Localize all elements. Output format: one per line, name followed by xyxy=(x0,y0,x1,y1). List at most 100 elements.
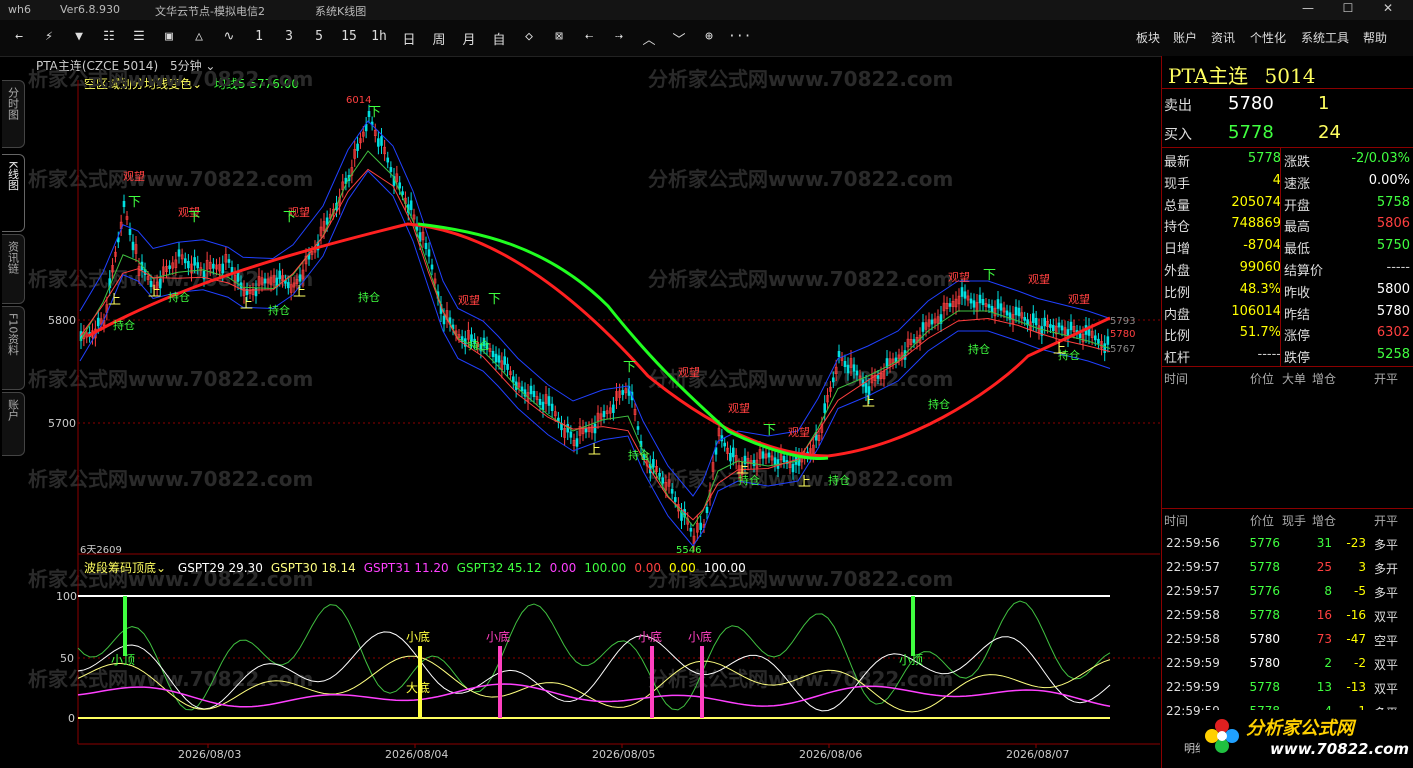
crosshair-icon[interactable]: ⊕ xyxy=(698,29,720,47)
down-signal-label: 下 xyxy=(623,360,636,375)
candle-body xyxy=(823,403,827,413)
tab-f10[interactable]: F10资料 xyxy=(2,306,25,390)
period-5m-button[interactable]: 5 xyxy=(308,29,330,47)
sub-indicator-header[interactable]: 波段筹码顶底⌄ GSPT29 29.30 GSPT30 18.14 GSPT31 1… xyxy=(84,559,746,576)
order-icon[interactable]: ▼ xyxy=(68,29,90,47)
up-signal-label: 上 xyxy=(108,293,121,308)
candle-body xyxy=(409,200,413,211)
menu-system-tools[interactable]: 系统工具 xyxy=(1301,29,1349,46)
big-order-header: 大单 xyxy=(1282,372,1307,386)
line-chart-icon[interactable]: ∿ xyxy=(218,29,240,47)
zoom-in-icon[interactable]: ︿ xyxy=(638,29,660,48)
tick-price: 5780 xyxy=(1249,656,1280,670)
big-bottom-label: 大底 xyxy=(406,680,430,695)
quote-field-label: 日增 xyxy=(1164,242,1191,258)
period-day-button[interactable]: 日 xyxy=(398,29,420,48)
ask-price[interactable]: 5780 xyxy=(1228,93,1274,114)
menu-news[interactable]: 资讯 xyxy=(1211,29,1235,46)
tick-row: 22:59:57 5776 8 -5 多平 xyxy=(1162,579,1413,603)
candle-body xyxy=(491,350,495,357)
quote-field-value: 5800 xyxy=(1376,281,1410,297)
up-signal-label: 上 xyxy=(798,475,811,490)
date-label: 2026/08/07 xyxy=(1006,748,1069,761)
menu-account[interactable]: 账户 xyxy=(1173,29,1197,46)
price-label-5800: 5800 xyxy=(48,314,76,327)
diamond-icon[interactable]: ◇ xyxy=(518,29,540,47)
candle-body xyxy=(547,396,551,406)
period-3m-button[interactable]: 3 xyxy=(278,29,300,47)
chart-area[interactable]: PTA主连(CZCE 5014) 5分钟 ⌄ 空区域划分均线变色⌄ 均线5 57… xyxy=(28,56,1160,768)
menu-help[interactable]: 帮助 xyxy=(1363,29,1387,46)
alert-icon[interactable]: △ xyxy=(188,29,210,47)
server-name: 文华云节点-模拟电信2 xyxy=(155,5,265,18)
minimize-button[interactable]: — xyxy=(1295,1,1321,19)
watermark-text: 分析家公式网www.70822.com xyxy=(648,67,953,91)
period-week-button[interactable]: 周 xyxy=(428,29,450,48)
quote-field-label: 开盘 xyxy=(1284,198,1311,214)
candle-body xyxy=(196,262,200,269)
tab-account[interactable]: 账户 xyxy=(2,392,25,456)
period-custom-button[interactable]: 自 xyxy=(488,29,510,48)
table-icon[interactable]: ☰ xyxy=(128,29,150,47)
quote-row: 比例 48.3% 昨收 5800 xyxy=(1162,278,1413,301)
watermark-text: 分析家公式网www.70822.com xyxy=(648,267,953,291)
tab-news-chain[interactable]: 资讯链 xyxy=(2,234,25,304)
bid-volume: 24 xyxy=(1318,122,1341,143)
watch-signal-label: 观望 xyxy=(1028,273,1050,286)
quote-field-label: 现手 xyxy=(1164,176,1191,192)
window-icon[interactable]: ▣ xyxy=(158,29,180,47)
chevron-down-icon: ⌄ xyxy=(156,561,167,575)
period-1h-button[interactable]: 1h xyxy=(368,29,390,47)
quote-field-value: 5758 xyxy=(1376,194,1410,210)
bid-price[interactable]: 5778 xyxy=(1228,122,1274,143)
menu-sector[interactable]: 板块 xyxy=(1136,29,1160,46)
crossbox-icon[interactable]: ⊠ xyxy=(548,29,570,47)
candle-body xyxy=(380,136,383,146)
kline-canvas[interactable]: 分析家公式网www.70822.com 分析家公式网www.70822.com 分析… xyxy=(28,56,1160,768)
tab-intraday[interactable]: 分时图 xyxy=(2,80,25,148)
candle-body xyxy=(541,401,545,411)
candle-body xyxy=(96,317,100,327)
period-15m-button[interactable]: 15 xyxy=(338,29,360,47)
candle-body xyxy=(529,385,533,395)
big-order-header: 价位 xyxy=(1250,372,1275,386)
up-signal-label: 上 xyxy=(736,462,749,477)
list-icon[interactable]: ☷ xyxy=(98,29,120,47)
candle-body xyxy=(636,426,640,430)
period-1m-button[interactable]: 1 xyxy=(248,29,270,47)
candle-body xyxy=(1103,343,1107,353)
candle-body xyxy=(602,410,606,417)
back-icon[interactable]: ← xyxy=(8,29,30,47)
watch-signal-label: 观望 xyxy=(948,271,970,284)
candle-body xyxy=(670,488,674,494)
quote-row: 外盘 99060 结算价 ----- xyxy=(1162,257,1413,279)
candle-body xyxy=(705,506,709,513)
scroll-right-icon[interactable]: ⇢ xyxy=(608,29,630,47)
more-icon[interactable]: ··· xyxy=(728,29,751,47)
zoom-out-icon[interactable]: ﹀ xyxy=(668,29,690,48)
gspt32-line xyxy=(77,600,1111,711)
quote-field-label: 速涨 xyxy=(1284,176,1311,192)
menu-personalize[interactable]: 个性化 xyxy=(1250,29,1286,46)
candle-body xyxy=(843,360,847,367)
candle-body xyxy=(652,459,655,468)
watermark-text: 分析家公式网www.70822.com xyxy=(28,467,313,491)
tick-price: 5778 xyxy=(1249,608,1280,622)
flash-order-icon[interactable]: ⚡ xyxy=(38,29,60,47)
candle-body xyxy=(969,298,973,304)
close-button[interactable]: ✕ xyxy=(1375,1,1401,19)
window-mode: 系统K线图 xyxy=(315,5,367,18)
big-order-header: 开平 xyxy=(1374,372,1399,386)
scroll-left-icon[interactable]: ⇠ xyxy=(578,29,600,47)
candle-body xyxy=(1060,325,1064,331)
candle-body xyxy=(263,278,267,284)
quote-field-value: 5806 xyxy=(1376,216,1410,232)
candle-body xyxy=(401,191,404,195)
sub-indicator-value: GSPT29 29.30 xyxy=(177,561,263,575)
tab-kline[interactable]: K线图 xyxy=(2,154,25,232)
watermark-text: 分析家公式网www.70822.com xyxy=(648,667,953,691)
hold-signal-label: 持仓 xyxy=(628,448,650,462)
period-month-button[interactable]: 月 xyxy=(458,29,480,48)
maximize-button[interactable]: ☐ xyxy=(1335,1,1361,19)
quote-panel: PTA主连 5014 卖出 5780 1 买入 5778 24 最新 5778 涨跌… xyxy=(1161,56,1413,768)
